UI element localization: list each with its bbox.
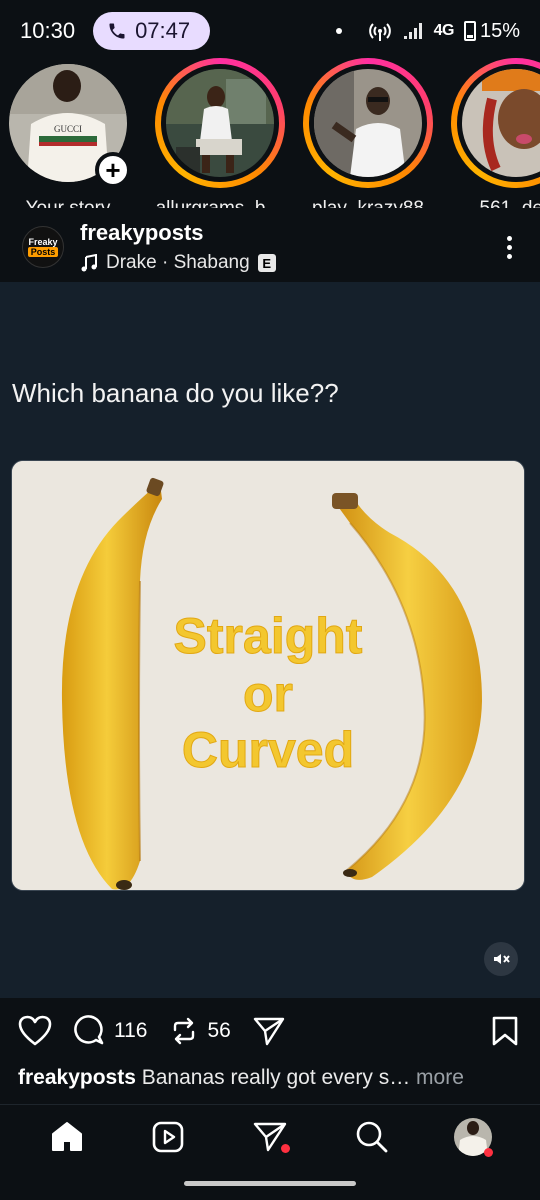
banana-image: Straight or Curved bbox=[11, 460, 525, 891]
story-label: Your story bbox=[0, 198, 138, 208]
music-note-icon bbox=[81, 254, 97, 272]
story-play-krazy88[interactable]: play_krazy88 bbox=[298, 58, 438, 208]
story-561-des[interactable]: 561_des bbox=[446, 58, 540, 208]
phone-icon bbox=[109, 23, 125, 39]
mute-button[interactable] bbox=[484, 942, 518, 976]
image-text-straight: Straight bbox=[174, 608, 363, 664]
post-text: Which banana do you like?? bbox=[12, 378, 339, 408]
comment-count: 116 bbox=[114, 1019, 148, 1042]
save-button[interactable] bbox=[492, 1016, 518, 1046]
post-username[interactable]: freakyposts bbox=[80, 220, 276, 246]
heart-icon bbox=[18, 1015, 52, 1046]
search-icon bbox=[356, 1121, 387, 1152]
caption-username[interactable]: freakyposts bbox=[18, 1066, 136, 1089]
nav-profile[interactable] bbox=[451, 1115, 495, 1159]
nav-messages[interactable] bbox=[248, 1115, 292, 1159]
more-vert-icon bbox=[507, 235, 512, 241]
post-author-avatar[interactable]: Freaky Posts bbox=[22, 226, 64, 268]
messages-notification-dot bbox=[280, 1143, 290, 1153]
comment-button[interactable]: 116 bbox=[74, 1015, 147, 1047]
story-allurgrams[interactable]: allurgrams_b… bbox=[150, 58, 290, 208]
battery: 15% bbox=[463, 19, 520, 43]
story-ring: GUCCI + bbox=[3, 58, 133, 188]
repost-button[interactable]: 56 bbox=[169, 1016, 231, 1046]
story-label: allurgrams_b… bbox=[150, 198, 290, 208]
home-indicator[interactable] bbox=[184, 1181, 356, 1186]
repost-count: 56 bbox=[207, 1019, 231, 1042]
image-text-curved: Curved bbox=[182, 722, 354, 778]
battery-level: 15% bbox=[479, 19, 520, 42]
post-meta: freakyposts Drake · Shabang E bbox=[80, 220, 276, 274]
status-bar: 10:30 07:47 4G 15% bbox=[0, 0, 540, 62]
hotspot-icon bbox=[368, 23, 391, 41]
nav-search[interactable] bbox=[350, 1115, 394, 1159]
explicit-badge: E bbox=[257, 254, 276, 272]
avatar bbox=[166, 69, 274, 177]
post-caption[interactable]: freakyposts Bananas really got every s… … bbox=[18, 1066, 528, 1090]
nav-home[interactable] bbox=[45, 1115, 89, 1159]
add-story-button[interactable]: + bbox=[95, 152, 131, 188]
post-actions: 116 56 bbox=[0, 998, 540, 1064]
post-media[interactable]: Which banana do you like?? Straight or C… bbox=[0, 282, 540, 998]
bottom-nav bbox=[0, 1104, 540, 1168]
home-icon bbox=[51, 1121, 82, 1151]
story-ring bbox=[303, 58, 433, 188]
profile-notification-dot bbox=[484, 1147, 494, 1157]
post-music[interactable]: Drake · Shabang E bbox=[80, 252, 276, 274]
notification-dot bbox=[335, 28, 342, 34]
avatar bbox=[462, 69, 540, 177]
share-button[interactable] bbox=[253, 1016, 285, 1046]
like-button[interactable] bbox=[18, 1015, 52, 1047]
avatar bbox=[314, 69, 422, 177]
post-header: Freaky Posts freakyposts Drake · Shabang… bbox=[0, 212, 540, 282]
network-type: 4G bbox=[433, 22, 455, 39]
nav-reels[interactable] bbox=[146, 1115, 190, 1159]
avatar-logo-bottom: Posts bbox=[27, 247, 59, 257]
ongoing-call-pill[interactable]: 07:47 bbox=[93, 12, 211, 50]
share-icon bbox=[253, 1017, 285, 1046]
stories-tray: GUCCI + Your story bbox=[0, 58, 540, 208]
bookmark-icon bbox=[492, 1016, 518, 1046]
story-your-story[interactable]: GUCCI + Your story bbox=[0, 58, 138, 208]
caption-more-link[interactable]: more bbox=[410, 1066, 464, 1089]
signal-icon bbox=[403, 23, 422, 39]
story-ring bbox=[451, 58, 540, 188]
music-title: Drake · Shabang bbox=[106, 252, 250, 273]
avatar-logo-top: Freaky bbox=[28, 237, 58, 247]
reels-icon bbox=[153, 1121, 184, 1152]
story-label: play_krazy88 bbox=[298, 198, 438, 208]
mute-icon bbox=[494, 954, 510, 964]
repost-icon bbox=[174, 1017, 195, 1045]
story-label: 561_des bbox=[446, 198, 540, 208]
svg-text:GUCCI: GUCCI bbox=[54, 124, 82, 134]
battery-icon bbox=[463, 21, 476, 41]
comment-icon bbox=[74, 1015, 104, 1045]
image-text-or: or bbox=[243, 666, 293, 722]
more-options-button[interactable] bbox=[501, 230, 518, 265]
call-timer: 07:47 bbox=[135, 18, 191, 43]
caption-text: Bananas really got every s… bbox=[135, 1066, 411, 1089]
story-ring bbox=[155, 58, 285, 188]
status-icons: 4G 15% bbox=[335, 19, 520, 43]
status-time: 10:30 bbox=[20, 18, 76, 43]
